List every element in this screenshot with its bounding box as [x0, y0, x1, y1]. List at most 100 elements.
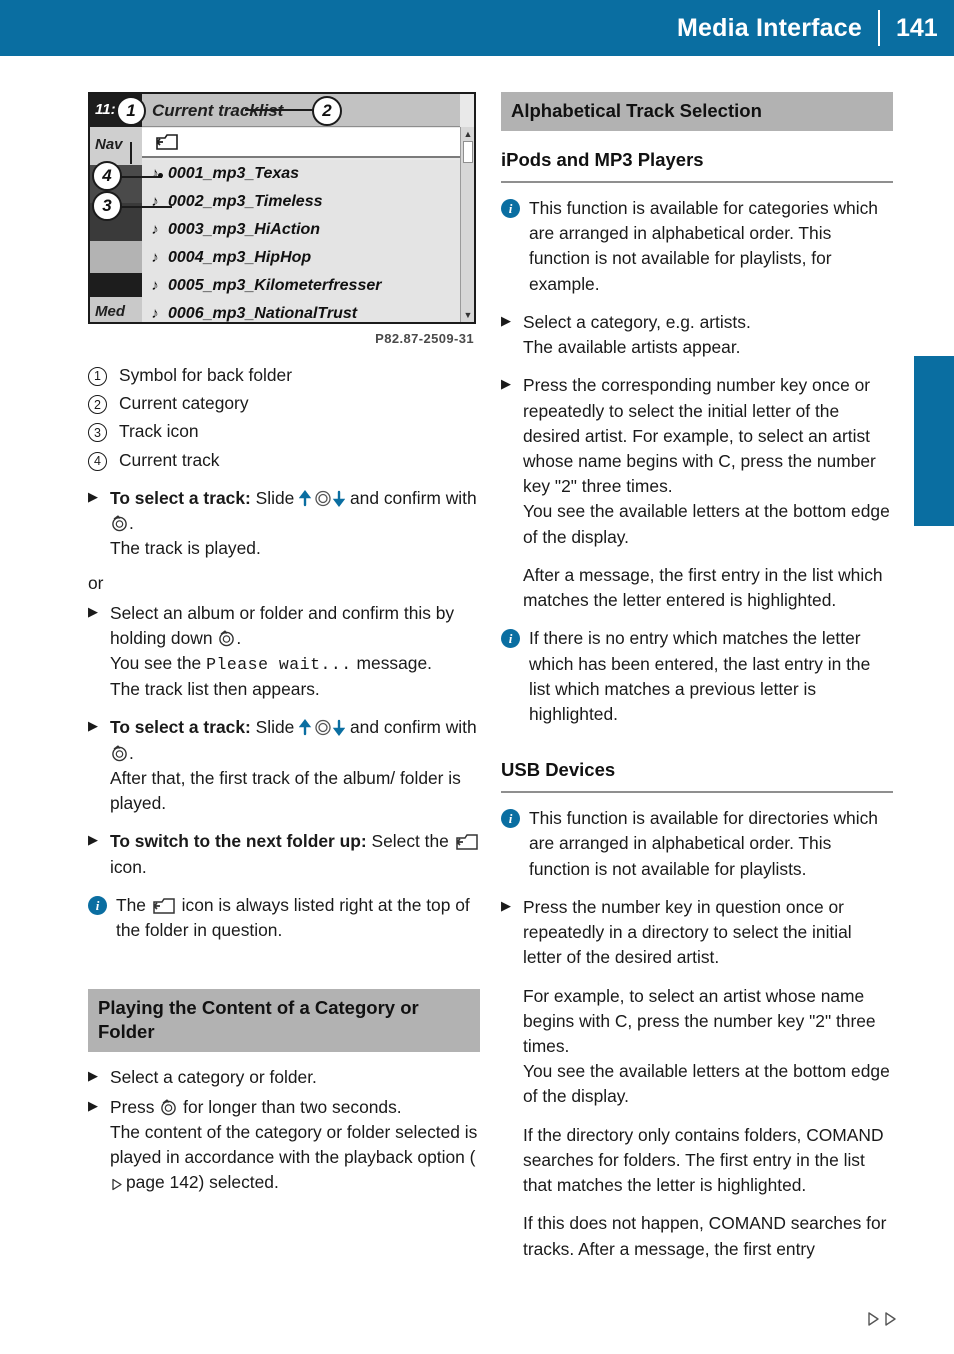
note-text: If there is no entry which matches the l…	[529, 628, 871, 725]
note-categories-alphabetical: i This function is available for categor…	[501, 196, 893, 297]
step-result: You see the available letters at the bot…	[523, 501, 890, 547]
press-controller-icon	[110, 515, 129, 532]
track-list-item[interactable]: ♪ 0002_mp3_Timeless	[142, 188, 460, 216]
track-title: 0005_mp3_Kilometerfresser	[168, 277, 382, 295]
bullet-triangle-icon: ▶	[88, 488, 98, 504]
press-controller-icon	[217, 630, 236, 647]
step-result: The available artists appear.	[523, 337, 741, 358]
bullet-triangle-icon: ▶	[88, 603, 98, 619]
bullet-triangle-icon: ▶	[88, 718, 98, 734]
track-icon: ♪	[151, 221, 159, 239]
step-result: The track list then appears.	[110, 679, 320, 700]
track-icon: ♪	[151, 305, 159, 323]
step-select-category-or-folder: ▶ Select a category or folder.	[88, 1065, 480, 1090]
track-list-item[interactable]: ♪ 0003_mp3_HiAction	[142, 216, 460, 244]
callout-leader	[245, 109, 317, 111]
bullet-triangle-icon: ▶	[88, 1097, 98, 1113]
step-lead: To switch to the next folder up:	[110, 831, 367, 852]
comand-display: 11: Nav Med Current tracklist ♪ 0001_mp3…	[88, 92, 476, 324]
note-text: This function is available for categorie…	[529, 197, 878, 294]
scroll-up-arrow-icon[interactable]: ▲	[463, 129, 473, 139]
track-title: 0001_mp3_Texas	[168, 165, 300, 183]
step-result: After that, the first track of the album…	[110, 767, 461, 814]
track-title: 0002_mp3_Timeless	[168, 193, 323, 211]
or-separator: or	[88, 571, 480, 596]
comand-screenshot-figure: 11: Nav Med Current tracklist ♪ 0001_mp3…	[88, 92, 476, 349]
display-scrollbar[interactable]: ▲ ▼	[460, 127, 474, 322]
left-column: 11: Nav Med Current tracklist ♪ 0001_mp3…	[88, 92, 480, 1195]
track-list-item[interactable]: ♪ 0006_mp3_NationalTrust	[142, 300, 460, 323]
legend-number: 3	[88, 423, 107, 443]
legend-item: 1 Symbol for back folder	[88, 363, 480, 388]
page-reference[interactable]: page 142	[126, 1172, 199, 1192]
legend-label: Symbol for back folder	[119, 364, 293, 385]
press-controller-icon	[159, 1098, 178, 1116]
callout-3: 3	[92, 191, 122, 221]
step-text: Slide	[255, 487, 295, 508]
back-folder-icon	[151, 897, 177, 915]
step-text: Press the corresponding number key once …	[523, 375, 876, 497]
bullet-triangle-icon: ▶	[88, 832, 98, 848]
track-icon: ♪	[151, 249, 159, 267]
message-prefix: You see the	[110, 653, 202, 674]
slide-up-down-icon	[299, 719, 346, 737]
bullet-triangle-icon: ▶	[501, 312, 511, 328]
slide-up-down-icon	[299, 489, 346, 507]
step-detail: For example, to select an artist whose n…	[523, 985, 876, 1056]
step-text: and confirm with	[350, 487, 477, 508]
step-result: The content of the category or folder se…	[110, 1121, 478, 1168]
step-next-folder-up: ▶ To switch to the next folder up: Selec…	[88, 829, 480, 879]
step-text: Select the	[371, 831, 449, 852]
track-list-item[interactable]: ♪ 0001_mp3_Texas	[142, 160, 460, 188]
section-heading-playing-content: Playing the Content of a Category or Fol…	[88, 989, 480, 1053]
continuation-arrows-icon	[866, 1311, 898, 1327]
back-folder-icon	[154, 133, 180, 151]
step-detail: If the directory only contains folders, …	[523, 1124, 884, 1196]
step-result-secondary: After a message, the first entry in the …	[523, 564, 883, 611]
callout-2: 2	[312, 96, 342, 126]
legend-label: Current track	[119, 449, 220, 470]
note-directories-alphabetical: i This function is available for directo…	[501, 806, 893, 882]
display-title-text: Current tracklist	[152, 101, 284, 120]
step-press-number-key: ▶ Press the corresponding number key onc…	[501, 373, 893, 613]
legend-number: 4	[88, 451, 107, 471]
chapter-tab-audio	[914, 356, 954, 526]
step-text: Select a category, e.g. artists.	[523, 311, 751, 332]
press-controller-icon	[110, 744, 129, 762]
legend-number: 2	[88, 395, 107, 415]
step-select-track-1: ▶ To select a track: Slide and confirm w…	[88, 486, 480, 562]
step-text: Slide	[255, 717, 295, 738]
figure-caption: P82.87-2509-31	[375, 331, 474, 346]
step-result: ) selected.	[198, 1172, 279, 1193]
note-back-folder-position: i The icon is always listed right at the…	[88, 893, 480, 943]
bullet-triangle-icon: ▶	[501, 897, 511, 913]
track-list-item[interactable]: ♪ 0004_mp3_HipHop	[142, 244, 460, 272]
note-text: This function is available for directori…	[529, 808, 878, 879]
step-detail: If this does not happen, COMAND searches…	[523, 1213, 887, 1259]
display-message: Please wait...	[206, 655, 352, 675]
step-text: .	[236, 627, 242, 648]
legend-label: Current category	[119, 393, 249, 414]
info-icon: i	[501, 626, 529, 727]
step-text: and confirm with	[350, 717, 477, 738]
subheading-usb-devices: USB Devices	[501, 757, 893, 794]
scrollbar-thumb[interactable]	[463, 141, 473, 163]
display-back-folder-row[interactable]	[142, 128, 460, 158]
step-lead: To select a track:	[110, 487, 251, 508]
step-text: icon.	[110, 856, 147, 877]
step-text: Press	[110, 1096, 155, 1117]
step-select-track-2: ▶ To select a track: Slide and confirm w…	[88, 715, 480, 816]
sidebar-nav-label: Nav	[95, 136, 123, 153]
step-press-long: ▶ Press for longer than two seconds. The…	[88, 1095, 480, 1196]
scroll-down-arrow-icon[interactable]: ▼	[463, 310, 473, 320]
bullet-triangle-icon: ▶	[88, 1068, 98, 1084]
step-detail: You see the available letters at the bot…	[523, 1061, 890, 1107]
display-track-list[interactable]: ♪ 0001_mp3_Texas ♪ 0002_mp3_Timeless ♪ 0…	[142, 160, 460, 322]
legend-number: 1	[88, 366, 107, 386]
step-text: Select an album or folder and confirm th…	[110, 602, 455, 648]
track-list-item[interactable]: ♪ 0005_mp3_Kilometerfresser	[142, 272, 460, 300]
step-lead: To select a track:	[110, 717, 251, 738]
legend-item: 3 Track icon	[88, 419, 480, 444]
callout-1: 1	[116, 96, 146, 126]
sidebar-media-label: Med	[95, 303, 125, 320]
